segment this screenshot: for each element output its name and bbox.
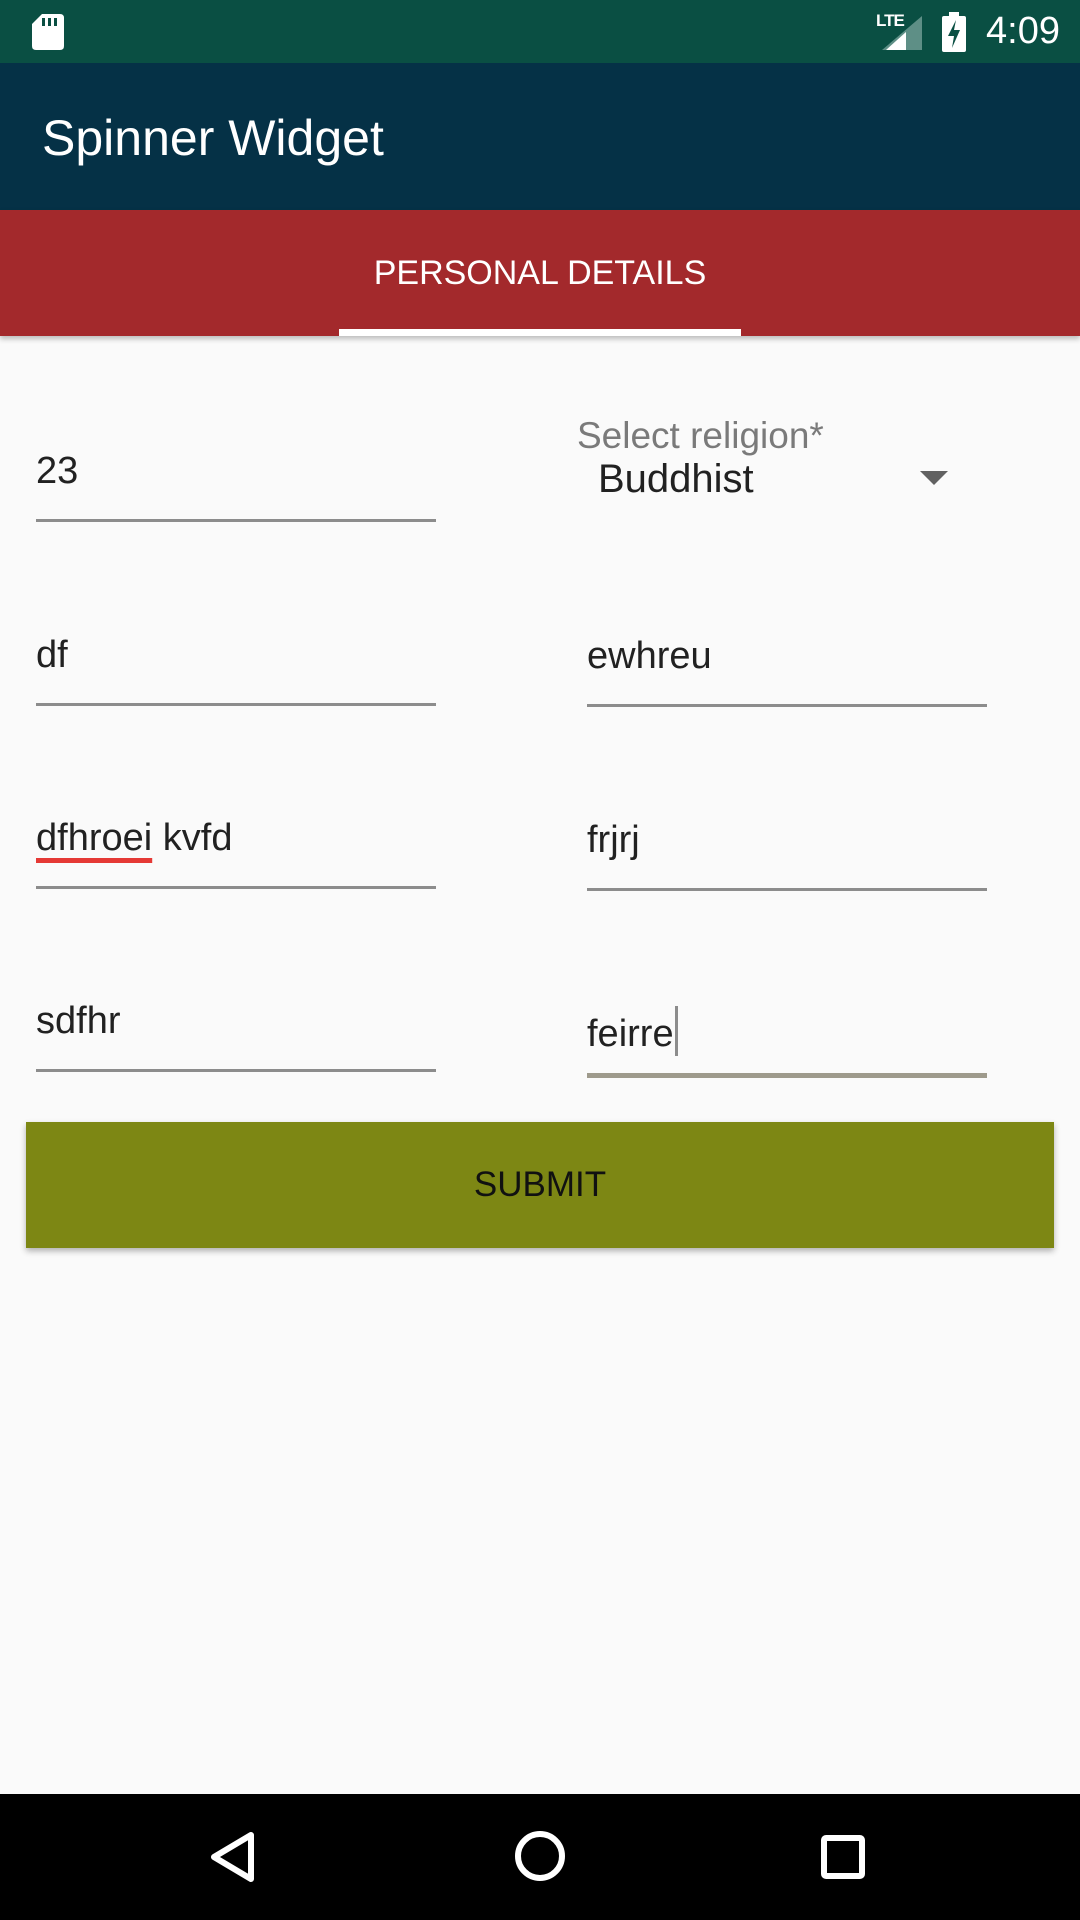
tab-personal-details[interactable]: PERSONAL DETAILS (339, 210, 741, 336)
text-field-6[interactable]: sdfhr (36, 992, 436, 1072)
field-value: feirre (587, 1013, 674, 1055)
field-underline (36, 1069, 436, 1072)
back-icon[interactable] (210, 1832, 256, 1882)
text-field-7[interactable]: feirre (587, 998, 987, 1078)
field-value: ewhreu (587, 635, 712, 677)
status-clock: 4:09 (986, 10, 1060, 52)
text-cursor (674, 1006, 678, 1056)
signal-icon (882, 16, 922, 50)
field-value: df (36, 634, 68, 676)
status-bar: LTE 4:09 (0, 0, 1080, 63)
text-field-1[interactable]: 23 (36, 442, 436, 522)
misspelled-word: dfhroei (36, 817, 153, 859)
field-underline (36, 886, 436, 889)
tab-indicator (339, 329, 741, 336)
app-title: Spinner Widget (42, 110, 384, 166)
text-field-4[interactable]: dfhroei kvfd (36, 809, 436, 889)
tab-label: PERSONAL DETAILS (373, 254, 707, 292)
field-value: dfhroei kvfd (36, 817, 232, 860)
field-value: 23 (36, 450, 79, 492)
field-underline (587, 1073, 987, 1078)
religion-spinner[interactable]: Select religion* Buddhist (576, 415, 996, 515)
field-underline (36, 519, 436, 522)
field-value-wrapper: feirre (587, 1006, 678, 1056)
field-value: frjrj (587, 819, 640, 861)
field-underline (36, 703, 436, 706)
religion-spinner-label: Select religion* (577, 415, 824, 456)
religion-spinner-value: Buddhist (598, 457, 754, 501)
app-bar: Spinner Widget (0, 63, 1080, 210)
home-icon[interactable] (514, 1830, 566, 1882)
dropdown-arrow-icon (920, 471, 948, 485)
field-value-rest: kvfd (152, 817, 233, 859)
tab-bar: PERSONAL DETAILS (0, 210, 1080, 336)
text-field-5[interactable]: frjrj (587, 811, 987, 891)
field-value: sdfhr (36, 1000, 121, 1042)
field-underline (587, 704, 987, 707)
field-underline (587, 888, 987, 891)
battery-charging-icon (942, 12, 966, 52)
submit-button[interactable]: SUBMIT (26, 1122, 1054, 1248)
text-field-3[interactable]: ewhreu (587, 627, 987, 707)
navigation-bar (0, 1794, 1080, 1920)
recents-icon[interactable] (820, 1834, 866, 1880)
text-field-2[interactable]: df (36, 626, 436, 706)
sd-card-icon (32, 14, 64, 50)
